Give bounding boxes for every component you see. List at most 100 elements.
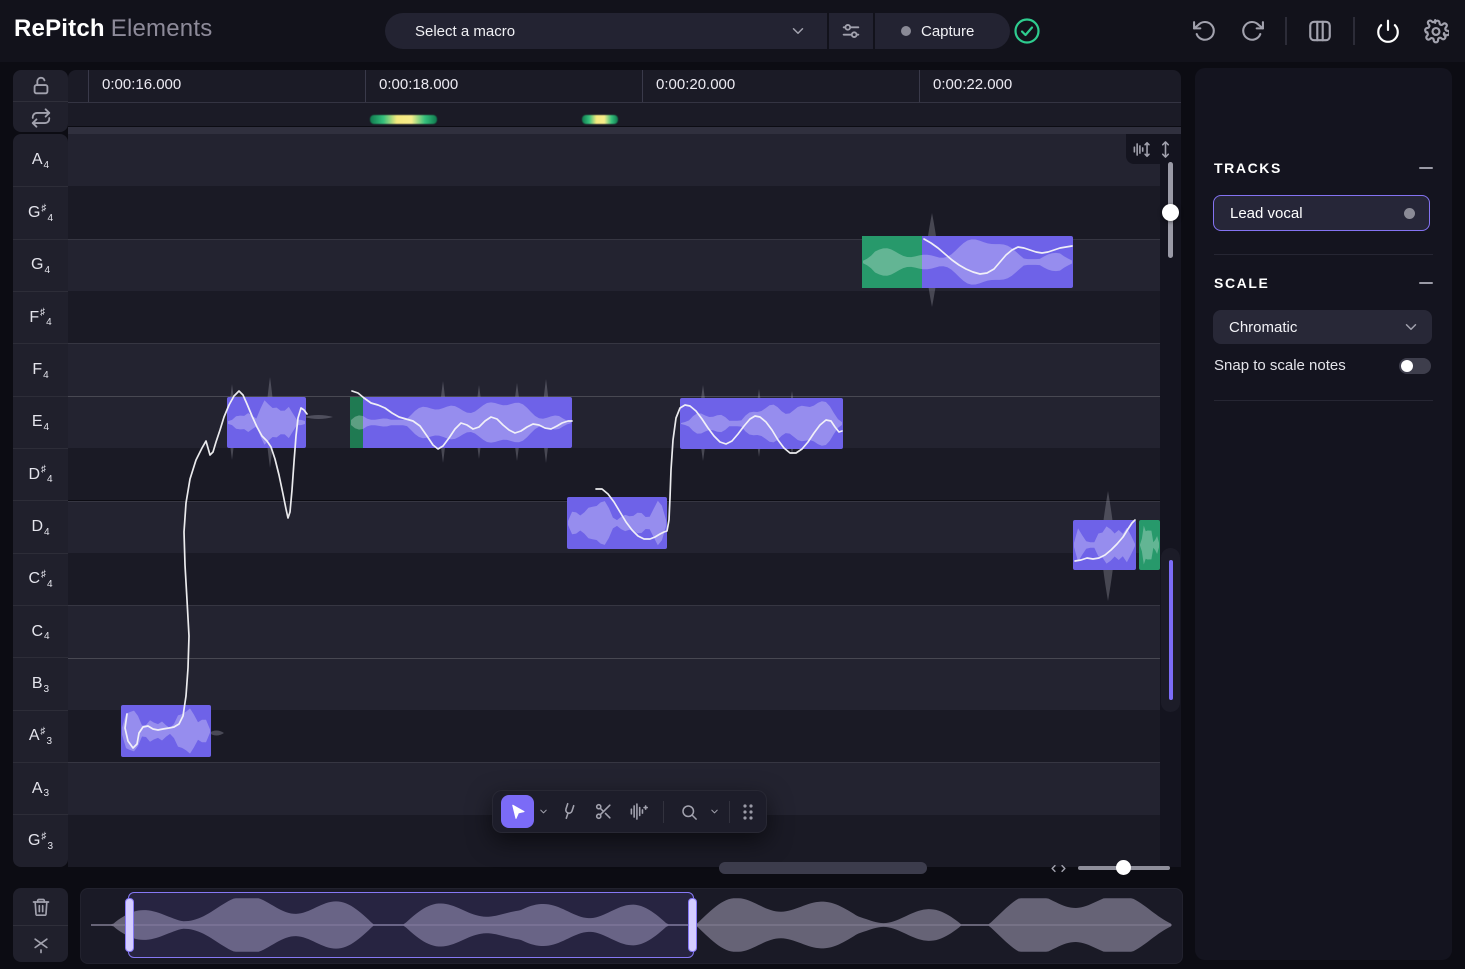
pitch-label-Cs4: C♯4: [13, 553, 68, 605]
pitch-label-F4: F4: [13, 343, 68, 395]
divider: [1353, 17, 1355, 45]
cut-button[interactable]: [13, 925, 68, 963]
timeline-ruler[interactable]: 0:00:16.0000:00:18.0000:00:20.0000:00:22…: [68, 70, 1181, 103]
brand-name: RePitch: [14, 15, 105, 42]
settings-button[interactable]: [1423, 18, 1449, 44]
scissors-tool-button[interactable]: [587, 795, 620, 828]
chevron-down-icon: [1402, 318, 1420, 336]
macro-config-button[interactable]: [829, 13, 873, 49]
selection-left-handle[interactable]: [125, 898, 134, 952]
topbar: RePitchElements Select a macro Capture: [0, 0, 1465, 62]
pitch-label-As3: A♯3: [13, 710, 68, 762]
analysis-marker: [582, 115, 618, 124]
brand-edition: Elements: [111, 15, 213, 42]
gear-icon: [1423, 18, 1449, 45]
timeline-label: 0:00:20.000: [656, 76, 735, 93]
status-check-icon: [1013, 17, 1041, 45]
overview-strip[interactable]: [80, 888, 1183, 964]
timeline-tick: [919, 70, 920, 102]
tracks-section-header: TRACKS: [1214, 160, 1433, 176]
loop-button[interactable]: [13, 101, 68, 133]
pitch-label-Fs4: F♯4: [13, 291, 68, 343]
macro-group: Select a macro Capture: [385, 13, 1010, 49]
trash-icon: [31, 897, 51, 917]
scissors-icon: [594, 802, 613, 821]
note-block-G4[interactable]: [862, 236, 1073, 288]
divider: [1285, 17, 1287, 45]
chevron-down-icon: [709, 806, 720, 817]
transient-tail: [304, 415, 333, 419]
horizontal-zoom-knob[interactable]: [1116, 860, 1131, 875]
tuning-fork-icon: [557, 800, 581, 824]
macro-select-dropdown[interactable]: Select a macro: [385, 13, 827, 49]
pitch-label-Ds4: D♯4: [13, 448, 68, 500]
waveform-plus-icon: [629, 802, 648, 821]
delete-button[interactable]: [13, 888, 68, 925]
layout-columns-button[interactable]: [1307, 18, 1333, 44]
note-editor-canvas[interactable]: [68, 134, 1160, 867]
horizontal-zoom-control: [1050, 860, 1174, 876]
columns-icon: [1307, 18, 1333, 44]
editing-toolbar: [492, 790, 767, 833]
timeline-tick: [365, 70, 366, 102]
horizontal-resize-icon: [1050, 860, 1067, 877]
right-panel: TRACKS Lead vocal SCALE Chromatic Snap t…: [1195, 68, 1452, 960]
divider: [729, 801, 730, 823]
pitch-label-E4: E4: [13, 396, 68, 448]
capture-dot-icon: [901, 26, 911, 36]
waveform-vzoom-icon[interactable]: [1132, 140, 1151, 159]
select-tool-options[interactable]: [536, 795, 550, 828]
note-block-D4[interactable]: [1073, 520, 1136, 570]
capture-button[interactable]: Capture: [875, 13, 1010, 49]
grid-top-strip: [68, 127, 1181, 134]
pitch-tool-button[interactable]: [552, 795, 585, 828]
power-icon: [1375, 18, 1401, 44]
scale-dropdown[interactable]: Chromatic: [1213, 310, 1432, 344]
vertical-scrollbar-thumb[interactable]: [1169, 560, 1173, 700]
pitch-label-column: A4G♯4G4F♯4F4E4D♯4D4C♯4C4B3A♯3A3G♯3: [13, 134, 68, 867]
lock-button[interactable]: [13, 70, 68, 101]
power-button[interactable]: [1375, 18, 1401, 44]
note-block-D4[interactable]: [1139, 520, 1160, 570]
analysis-marker-strip: [68, 103, 1181, 126]
repitch-window: RePitchElements Select a macro Capture: [0, 0, 1465, 969]
pitch-label-B3: B3: [13, 657, 68, 709]
grid-corner-tools: [1126, 134, 1181, 164]
overview-side-buttons: [13, 888, 68, 962]
timeline-tick: [642, 70, 643, 102]
pitch-label-C4: C4: [13, 605, 68, 657]
pitch-label-A3: A3: [13, 762, 68, 814]
select-tool-button[interactable]: [501, 795, 534, 828]
track-item-lead-vocal[interactable]: Lead vocal: [1213, 195, 1430, 231]
selection-right-handle[interactable]: [688, 898, 697, 952]
collapse-tracks-icon[interactable]: [1419, 167, 1433, 169]
zoom-tool-button[interactable]: [672, 795, 705, 828]
timeline-label: 0:00:16.000: [102, 76, 181, 93]
topbar-actions: [1180, 0, 1465, 62]
snap-to-scale-row: Snap to scale notes: [1214, 357, 1431, 374]
loop-icon: [30, 107, 52, 129]
zoom-tool-options[interactable]: [707, 795, 721, 828]
overview-selection[interactable]: [128, 892, 694, 958]
vertical-scrollbar[interactable]: [1161, 548, 1180, 712]
note-block-A#3[interactable]: [121, 705, 211, 757]
grip-dots-icon: [741, 803, 755, 821]
horizontal-scrollbar[interactable]: [719, 862, 927, 874]
chevron-down-icon: [789, 22, 807, 40]
note-block-D4[interactable]: [567, 497, 667, 549]
grid-side-buttons: [13, 70, 68, 132]
collapse-scale-icon[interactable]: [1419, 282, 1433, 284]
magnifier-icon: [680, 803, 698, 821]
scissors-cut-icon: [31, 935, 51, 955]
divider: [663, 801, 664, 823]
divider: [1214, 254, 1433, 255]
undo-button[interactable]: [1191, 18, 1217, 44]
vertical-expand-icon[interactable]: [1156, 140, 1175, 159]
pitch-label-Gs3: G♯3: [13, 814, 68, 866]
redo-button[interactable]: [1239, 18, 1265, 44]
vertical-zoom-knob[interactable]: [1162, 204, 1179, 221]
waveform-tool-button[interactable]: [622, 795, 655, 828]
snap-toggle[interactable]: [1399, 358, 1431, 374]
toolbar-drag-handle[interactable]: [738, 795, 758, 828]
pitch-label-G4: G4: [13, 239, 68, 291]
